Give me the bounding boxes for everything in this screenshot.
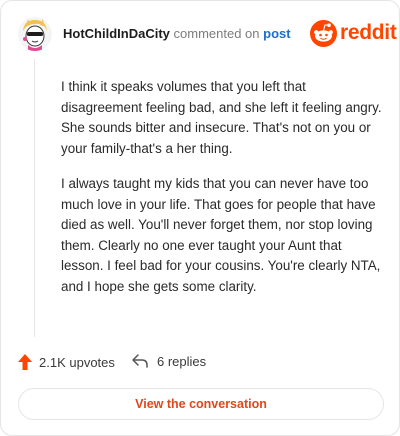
comment-card: HotChildInDaCity commented on post reddi…: [0, 0, 400, 436]
reddit-logo[interactable]: reddit: [310, 19, 397, 49]
username[interactable]: HotChildInDaCity: [63, 26, 170, 41]
reply-arrow-icon: [132, 354, 148, 368]
post-link[interactable]: post: [263, 26, 290, 41]
upvote-arrow-icon: [18, 354, 32, 370]
comment-paragraph: I think it speaks volumes that you left …: [61, 79, 382, 156]
view-conversation-button[interactable]: View the conversation: [18, 388, 384, 420]
comment-actions: 2.1K upvotes 6 replies: [17, 353, 377, 375]
upvote-count: 2.1K upvotes: [39, 354, 115, 370]
reddit-alien-icon: [310, 20, 337, 47]
avatar-icon: [18, 17, 52, 51]
comment-header: HotChildInDaCity commented on post reddi…: [18, 15, 397, 55]
upvote-button[interactable]: 2.1K upvotes: [17, 353, 115, 371]
thread-line: [34, 59, 35, 337]
byline-action-text: commented on: [173, 26, 260, 41]
replies-button[interactable]: 6 replies: [131, 353, 206, 369]
comment-body: I think it speaks volumes that you left …: [61, 77, 387, 312]
replies-count: 6 replies: [157, 353, 207, 369]
comment-byline: HotChildInDaCity commented on post: [63, 26, 291, 41]
reddit-wordmark: reddit: [340, 21, 397, 44]
comment-paragraph: I always taught my kids that you can nev…: [61, 176, 381, 294]
avatar[interactable]: [18, 17, 52, 51]
